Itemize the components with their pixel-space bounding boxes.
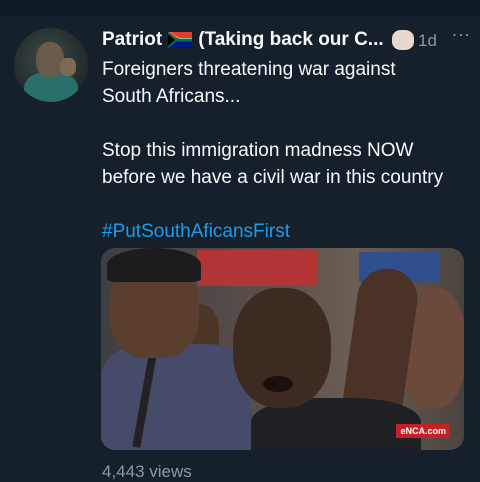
hashtag-link[interactable]: #PutSouthAficansFirst <box>102 218 462 245</box>
top-bar <box>0 0 480 16</box>
tweet-text-line: before we have a civil war in this count… <box>102 167 444 188</box>
media-logo: eNCA.com <box>396 424 450 438</box>
tweet-media[interactable]: eNCA.com <box>101 248 464 450</box>
author-name[interactable]: Patriot <box>102 29 162 51</box>
tweet-text-line: Foreigners threatening war against <box>102 59 396 80</box>
tweet-text: Foreigners threatening war against South… <box>102 56 462 245</box>
raised-fist-icon <box>392 30 414 50</box>
more-vertical-icon[interactable]: ⋮ <box>450 26 472 44</box>
author-header[interactable]: Patriot (Taking back our C... <box>102 28 384 52</box>
tweet-text-line: South Africans... <box>102 86 241 107</box>
tweet-time[interactable]: 1d <box>418 31 437 51</box>
south-africa-flag-icon <box>168 32 193 48</box>
author-suffix[interactable]: (Taking back our C... <box>198 29 383 51</box>
avatar[interactable] <box>14 28 88 102</box>
view-count: 4,443 views <box>102 462 192 481</box>
tweet-text-line: Stop this immigration madness NOW <box>102 140 414 161</box>
